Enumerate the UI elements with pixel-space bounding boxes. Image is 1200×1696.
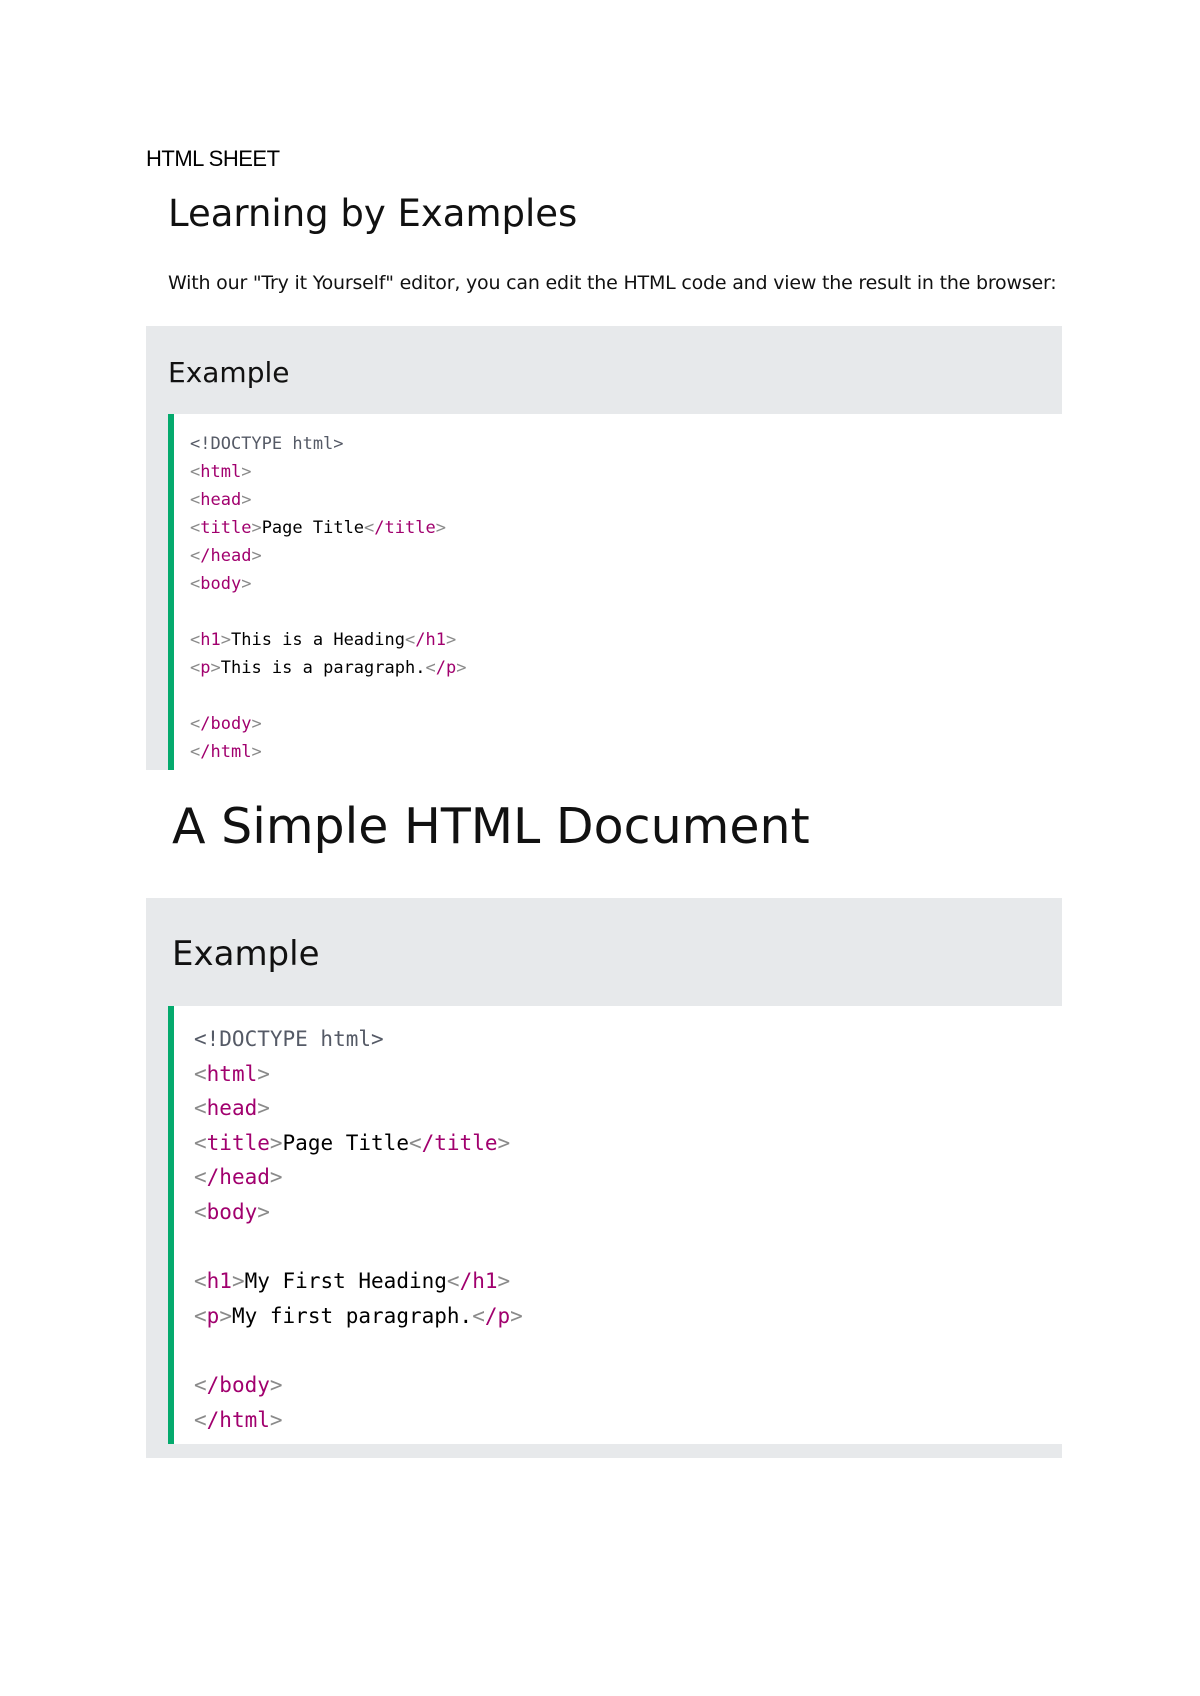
code-line: <p>This is a paragraph.</p> — [190, 658, 467, 678]
code-line: </body> — [194, 1372, 283, 1397]
sheet-label: HTML SHEET — [146, 146, 280, 171]
simple-document-heading: A Simple HTML Document — [172, 798, 810, 855]
example-title: Example — [168, 356, 290, 389]
code-line: <head> — [190, 490, 252, 510]
code-line-doctype: <!DOCTYPE html> — [194, 1027, 384, 1051]
code-line: </html> — [194, 1407, 283, 1432]
code-line: <title>Page Title</title> — [194, 1130, 511, 1155]
code-line: </html> — [190, 742, 262, 762]
code-line: <html> — [190, 462, 252, 482]
example-title: Example — [172, 934, 320, 974]
code-line: <html> — [194, 1061, 270, 1086]
code-line: </body> — [190, 714, 262, 734]
code-line: <title>Page Title</title> — [190, 518, 446, 538]
code-line: </head> — [194, 1165, 283, 1190]
code-line: <body> — [190, 574, 252, 594]
code-line: </head> — [190, 546, 262, 566]
code-line: <body> — [194, 1199, 270, 1224]
code-panel: <!DOCTYPE html> <html> <head> <title>Pag… — [168, 1006, 1062, 1444]
learning-heading: Learning by Examples — [168, 192, 578, 235]
code-line: <p>My first paragraph.</p> — [194, 1303, 523, 1328]
example-box-1: Example <!DOCTYPE html> <html> <head> <t… — [146, 326, 1062, 770]
code-line: <h1>My First Heading</h1> — [194, 1269, 511, 1294]
code-line-doctype: <!DOCTYPE html> — [190, 434, 344, 454]
example-box-2: Example <!DOCTYPE html> <html> <head> <t… — [146, 898, 1062, 1458]
code-panel: <!DOCTYPE html> <html> <head> <title>Pag… — [168, 414, 1062, 770]
code-line: <h1>This is a Heading</h1> — [190, 630, 457, 650]
code-line: <head> — [194, 1096, 270, 1121]
intro-paragraph: With our "Try it Yourself" editor, you c… — [168, 272, 1057, 294]
